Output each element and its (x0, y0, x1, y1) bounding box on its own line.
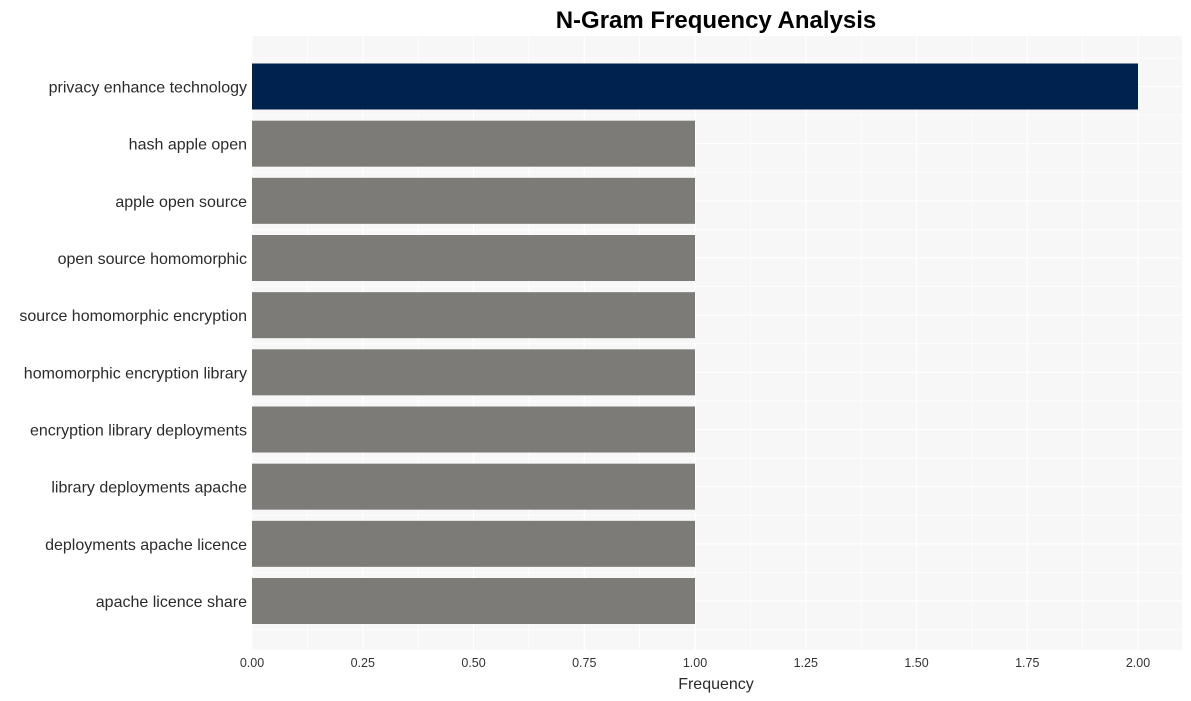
chart-title: N-Gram Frequency Analysis (556, 7, 877, 34)
x-tick-label: 0.50 (461, 656, 485, 670)
x-tick-label: 1.25 (794, 656, 818, 670)
bar (252, 463, 695, 510)
bar (252, 578, 695, 624)
y-tick-label: source homomorphic encryption (19, 308, 247, 325)
y-tick-label: open source homomorphic (58, 251, 247, 268)
y-tick-label: apple open source (115, 194, 247, 211)
bar (252, 235, 695, 281)
bar (252, 520, 695, 567)
bar (252, 120, 695, 167)
x-tick-label: 2.00 (1126, 656, 1150, 670)
y-tick-label: homomorphic encryption library (24, 365, 247, 382)
y-axis-labels: privacy enhance technology hash apple ope… (19, 80, 247, 612)
y-tick-label: apache licence share (96, 594, 247, 611)
x-tick-label: 0.75 (572, 656, 596, 670)
x-tick-label: 1.75 (1015, 656, 1039, 670)
y-tick-label: encryption library deployments (30, 423, 247, 440)
x-tick-label: 0.00 (240, 656, 264, 670)
x-axis-label: Frequency (678, 676, 754, 693)
bar (252, 177, 695, 224)
bar (252, 406, 695, 453)
y-tick-label: library deployments apache (51, 480, 247, 497)
ngram-bar-chart: privacy enhance technology hash apple ope… (19, 7, 1182, 693)
bar (252, 292, 695, 339)
x-axis-tick-labels: 0.00 0.25 0.50 0.75 1.00 1.25 1.50 1.75 2.00 (240, 656, 1150, 670)
y-tick-label: deployments apache licence (45, 537, 247, 554)
y-tick-label: hash apple open (129, 137, 247, 154)
y-tick-label: privacy enhance technology (49, 80, 247, 97)
x-tick-label: 1.00 (683, 656, 707, 670)
bar (252, 63, 1138, 110)
x-tick-label: 0.25 (351, 656, 375, 670)
bar (252, 349, 695, 396)
x-tick-label: 1.50 (904, 656, 928, 670)
